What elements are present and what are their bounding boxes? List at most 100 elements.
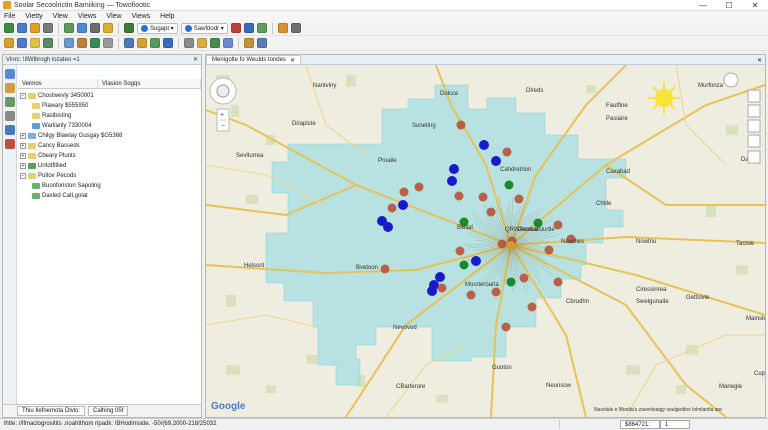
expand-toggle-icon[interactable]: + xyxy=(20,133,26,139)
map-icon[interactable] xyxy=(5,97,15,107)
map-marker-red[interactable] xyxy=(399,187,409,197)
map-marker-red[interactable] xyxy=(527,302,537,312)
tb2-tool-icon-14[interactable] xyxy=(210,38,220,48)
map-marker-blue[interactable] xyxy=(427,286,437,296)
tb2-tool-icon-15[interactable] xyxy=(223,38,233,48)
map-marker-red[interactable] xyxy=(486,207,496,217)
map-marker-red[interactable] xyxy=(553,277,563,287)
tb2-tool-icon-7[interactable] xyxy=(103,38,113,48)
map-marker-red[interactable] xyxy=(380,264,390,274)
tb1-tool-icon-6[interactable] xyxy=(90,23,100,33)
tree-item[interactable]: − Chostwevly 3450001 xyxy=(20,91,199,101)
layers-icon[interactable] xyxy=(5,69,15,79)
tb1-tool-icon-5[interactable] xyxy=(77,23,87,33)
expand-toggle-icon[interactable]: − xyxy=(20,93,26,99)
tb2-tool-icon-16[interactable] xyxy=(244,38,254,48)
tree-item[interactable]: Raslbisting xyxy=(20,111,199,121)
map-marker-blue[interactable] xyxy=(479,140,489,150)
tree-item[interactable]: Plawary $555950 xyxy=(20,101,199,111)
map-canvas[interactable]: Nantviny Dolcce Dlreds Murfonza Dirapiste Sun… xyxy=(206,65,765,417)
zoom-control[interactable]: + − xyxy=(216,108,230,132)
map-marker-green[interactable] xyxy=(459,260,469,270)
map-svg[interactable]: Nantviny Dolcce Dlreds Murfonza Dirapiste Sun… xyxy=(206,65,765,417)
marker-icon[interactable] xyxy=(5,139,15,149)
menu-view-2[interactable]: Vlew xyxy=(106,13,121,20)
tb2-tool-icon-17[interactable] xyxy=(257,38,267,48)
tb1-tool-icon-7[interactable] xyxy=(103,23,113,33)
tb1-tool-icon-12[interactable] xyxy=(277,23,288,33)
toolbar-combo-2[interactable]: Sawfdodr ▾ xyxy=(180,22,228,34)
menu-view[interactable]: Vlew xyxy=(53,13,68,20)
tree-item[interactable]: + Untotfitlied xyxy=(20,161,199,171)
globe-icon[interactable] xyxy=(5,125,15,135)
footer-button-2[interactable]: Calhing 05f xyxy=(88,406,129,416)
tree-item[interactable]: + Cbeary Plunts xyxy=(20,151,199,161)
menu-vietty[interactable]: Vietty xyxy=(25,13,42,20)
tb2-tool-icon-12[interactable] xyxy=(184,38,194,48)
tab-close-icon[interactable]: ✕ xyxy=(290,57,295,64)
map-marker-green[interactable] xyxy=(506,277,516,287)
tb1-tool-icon-4[interactable] xyxy=(64,23,74,33)
map-marker-red[interactable] xyxy=(501,322,511,332)
map-marker-red[interactable] xyxy=(497,239,507,249)
tree-item[interactable]: Daxled Catl,golat xyxy=(20,191,199,201)
panel-close-icon[interactable]: ✕ xyxy=(757,57,762,64)
menu-views[interactable]: Views xyxy=(78,13,97,20)
hub-marker[interactable] xyxy=(507,241,515,249)
column-version[interactable]: Vlasion Sogqs xyxy=(98,79,201,88)
tb2-tool-icon-4[interactable] xyxy=(64,38,74,48)
tb1-tool-icon-3[interactable] xyxy=(43,23,53,33)
map-right-controls[interactable] xyxy=(723,72,761,164)
map-marker-red[interactable] xyxy=(491,287,501,297)
map-marker-red[interactable] xyxy=(456,120,466,130)
tb2-tool-icon-8[interactable] xyxy=(124,38,134,48)
settings-icon[interactable] xyxy=(5,111,15,121)
map-marker-red[interactable] xyxy=(514,194,524,204)
tree-item[interactable]: − Pultov Pecods xyxy=(20,171,199,181)
close-button[interactable]: ✕ xyxy=(742,0,768,11)
column-name[interactable]: Veimos xyxy=(18,79,98,88)
tb1-tool-icon-8[interactable] xyxy=(124,23,134,33)
map-marker-blue[interactable] xyxy=(471,256,481,266)
toolbar-combo-1[interactable]: Sugapt ▾ xyxy=(137,22,178,34)
tb2-tool-icon-5[interactable] xyxy=(77,38,87,48)
maximize-button[interactable]: ☐ xyxy=(716,0,742,11)
tb1-tool-icon-9[interactable] xyxy=(230,23,241,33)
map-marker-blue[interactable] xyxy=(398,200,408,210)
tb2-tool-icon-2[interactable] xyxy=(30,38,40,48)
map-marker-blue[interactable] xyxy=(491,156,501,166)
map-marker-red[interactable] xyxy=(437,283,447,293)
expand-toggle-icon[interactable]: + xyxy=(20,163,26,169)
map-nav-control[interactable] xyxy=(209,77,237,105)
minimize-button[interactable]: — xyxy=(690,0,716,11)
map-marker-blue[interactable] xyxy=(447,176,457,186)
tree-item[interactable]: + Cancy Basseds xyxy=(20,141,199,151)
tree-item[interactable]: Warlianly 7330004 xyxy=(20,121,199,131)
map-marker-red[interactable] xyxy=(387,203,397,213)
menu-help[interactable]: Help xyxy=(160,13,174,20)
close-icon[interactable]: ✕ xyxy=(193,56,198,63)
map-marker-red[interactable] xyxy=(466,290,476,300)
map-marker-red[interactable] xyxy=(544,245,554,255)
tb1-tool-icon-10[interactable] xyxy=(243,23,254,33)
map-marker-red[interactable] xyxy=(519,273,529,283)
tree-item[interactable]: Buonforiston Sapoling xyxy=(20,181,199,191)
map-marker-blue[interactable] xyxy=(449,164,459,174)
tb1-tool-icon-11[interactable] xyxy=(256,23,267,33)
tree-item[interactable]: + Chilgy Blawlay Gusgay $G5368 xyxy=(20,131,199,141)
menu-file[interactable]: File xyxy=(4,13,15,20)
tb1-tool-icon-1[interactable] xyxy=(17,23,27,33)
map-marker-red[interactable] xyxy=(502,147,512,157)
map-marker-red[interactable] xyxy=(414,182,424,192)
map-marker-red[interactable] xyxy=(553,220,563,230)
tb2-tool-icon-3[interactable] xyxy=(43,38,53,48)
expand-toggle-icon[interactable]: + xyxy=(20,153,26,159)
tb2-tool-icon-6[interactable] xyxy=(90,38,100,48)
footer-button-1[interactable]: Thiu Ilefnemota Dlvlo: xyxy=(17,406,86,416)
expand-toggle-icon[interactable]: − xyxy=(20,173,26,179)
map-marker-blue[interactable] xyxy=(383,222,393,232)
folder-icon[interactable] xyxy=(5,83,15,93)
tb2-tool-icon-13[interactable] xyxy=(197,38,207,48)
tb2-tool-icon-9[interactable] xyxy=(137,38,147,48)
tb2-tool-icon-0[interactable] xyxy=(4,38,14,48)
